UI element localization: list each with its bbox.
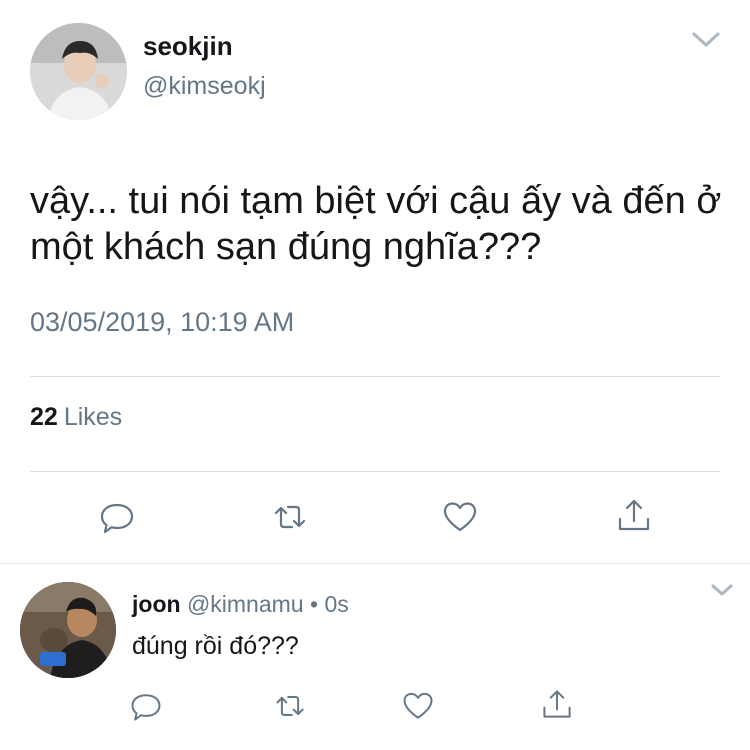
- reply-author-handle[interactable]: @kimnamu: [187, 591, 304, 617]
- author-name[interactable]: seokjin: [143, 31, 233, 62]
- divider: [30, 376, 720, 377]
- like-icon[interactable]: [440, 497, 480, 537]
- reply-icon[interactable]: [128, 688, 164, 724]
- likes-count: 22: [30, 403, 58, 431]
- tweet-timestamp[interactable]: 03/05/2019, 10:19 AM: [30, 307, 294, 338]
- retweet-icon[interactable]: [272, 688, 308, 724]
- avatar-photo-icon: [20, 582, 116, 678]
- chevron-down-icon[interactable]: [690, 28, 722, 50]
- reply-header: joon @kimnamu • 0s: [132, 591, 349, 618]
- reply-author-name[interactable]: joon: [132, 591, 181, 617]
- divider: [30, 471, 720, 472]
- tweet-text: vậy... tui nói tạm biệt với cậu ấy và đế…: [30, 180, 722, 268]
- share-icon[interactable]: [539, 686, 575, 722]
- chevron-down-icon[interactable]: [710, 582, 734, 598]
- avatar-photo-icon: [30, 23, 127, 120]
- share-icon[interactable]: [614, 495, 654, 535]
- divider: [0, 563, 750, 564]
- reply-author-avatar[interactable]: [20, 582, 116, 678]
- reply-time[interactable]: 0s: [324, 591, 348, 617]
- like-icon[interactable]: [400, 688, 436, 724]
- reply-icon[interactable]: [97, 497, 137, 537]
- author-handle[interactable]: @kimseokj: [143, 72, 266, 101]
- reply-separator: •: [309, 591, 319, 617]
- likes-stat[interactable]: 22 Likes: [30, 403, 122, 432]
- reply-text: đúng rồi đó???: [132, 632, 299, 660]
- author-avatar[interactable]: [30, 23, 127, 120]
- retweet-icon[interactable]: [270, 497, 310, 537]
- likes-label: Likes: [63, 403, 123, 431]
